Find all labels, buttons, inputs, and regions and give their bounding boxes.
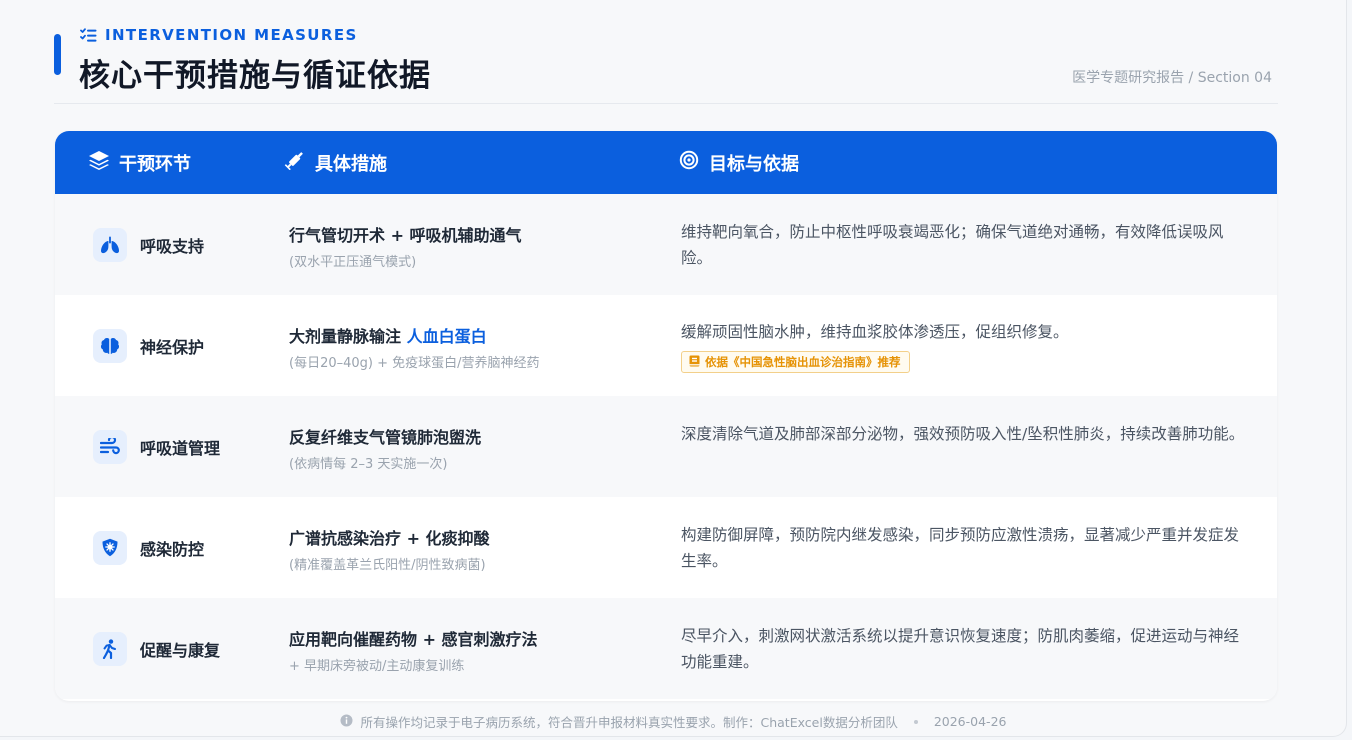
- layers-icon: [88, 150, 110, 175]
- column-header-stage: 干预环节: [88, 131, 191, 194]
- table-row: 呼吸支持 行气管切开术 + 呼吸机辅助通气 (双水平正压通气模式) 维持靶向氧合…: [55, 194, 1277, 295]
- table-row: 呼吸道管理 反复纤维支气管镜肺泡盥洗 (依病情每 2–3 天实施一次) 深度清除…: [55, 396, 1277, 497]
- list-check-icon: [80, 27, 97, 43]
- stage-label: 促醒与康复: [140, 640, 221, 660]
- column-header-label: 目标与依据: [709, 153, 799, 175]
- interventions-table: 干预环节 具体措施 目标与依据 呼吸支持 行气管切开术 + 呼吸机辅助通气 (双…: [55, 131, 1277, 701]
- column-header-label: 具体措施: [315, 153, 387, 175]
- measure-highlight: 人血白蛋白: [406, 327, 487, 346]
- stage-label: 感染防控: [140, 539, 205, 559]
- measure-main: 反复纤维支气管镜肺泡盥洗: [289, 428, 482, 447]
- column-header-label: 干预环节: [119, 153, 191, 175]
- goal-text: 缓解顽固性脑水肿，维持血浆胶体渗透压，促组织修复。: [681, 323, 1069, 341]
- footer-date: 2026-04-26: [933, 714, 1007, 729]
- header-divider: [54, 103, 1278, 104]
- info-icon: [340, 714, 353, 730]
- stage-cell: 神经保护: [93, 295, 204, 396]
- stage-label: 神经保护: [140, 337, 205, 357]
- column-header-measure: 具体措施: [284, 131, 387, 194]
- measure-cell: 行气管切开术 + 呼吸机辅助通气 (双水平正压通气模式): [289, 194, 669, 295]
- wind-icon: [93, 429, 127, 464]
- stage-cell: 呼吸支持: [93, 194, 204, 295]
- eyebrow: INTERVENTION MEASURES: [80, 25, 358, 45]
- virus-shield-icon: [93, 530, 127, 565]
- goal-text: 构建防御屏障，预防院内继发感染，同步预防应激性溃疡，显著减少严重并发症发生率。: [681, 526, 1240, 570]
- goal-text: 深度清除气道及肺部深部分泌物，强效预防吸入性/坠积性肺炎，持续改善肺功能。: [681, 425, 1245, 443]
- goal-cell: 构建防御屏障，预防院内继发感染，同步预防应激性溃疡，显著减少严重并发症发生率。: [681, 497, 1251, 598]
- measure-sub: (依病情每 2–3 天实施一次): [289, 457, 448, 472]
- badge-label: 依据《中国急性脑出血诊治指南》推荐: [705, 355, 901, 369]
- target-icon: [678, 150, 700, 175]
- stage-label: 呼吸道管理: [140, 438, 221, 458]
- stage-cell: 感染防控: [93, 497, 204, 598]
- measure-cell: 应用靶向催醒药物 + 感官刺激疗法 + 早期床旁被动/主动康复训练: [289, 598, 669, 699]
- measure-cell: 反复纤维支气管镜肺泡盥洗 (依病情每 2–3 天实施一次): [289, 396, 669, 497]
- brain-icon: [93, 328, 127, 363]
- breadcrumb: 医学专题研究报告 / Section 04: [1072, 70, 1272, 86]
- measure-main: 大剂量静脉输注 人血白蛋白: [289, 323, 487, 347]
- table-row: 神经保护 大剂量静脉输注 人血白蛋白 (每日20–40g) + 免疫球蛋白/营养…: [55, 295, 1277, 396]
- measure-sub: (双水平正压通气模式): [289, 255, 417, 270]
- table-row: 感染防控 广谱抗感染治疗 + 化痰抑酸 (精准覆盖革兰氏阳性/阴性致病菌) 构建…: [55, 497, 1277, 598]
- stage-label: 呼吸支持: [140, 236, 205, 256]
- measure-prefix: 大剂量静脉输注: [289, 327, 407, 346]
- measure-main: 广谱抗感染治疗 + 化痰抑酸: [289, 529, 490, 548]
- syringe-icon: [284, 150, 306, 175]
- goal-text: 维持靶向氧合，防止中枢性呼吸衰竭恶化；确保气道绝对通畅，有效降低误吸风险。: [681, 223, 1224, 267]
- measure-main: 行气管切开术 + 呼吸机辅助通气: [289, 226, 522, 245]
- measure-sub: + 早期床旁被动/主动康复训练: [289, 659, 465, 674]
- goal-cell: 缓解顽固性脑水肿，维持血浆胶体渗透压，促组织修复。 依据《中国急性脑出血诊治指南…: [681, 295, 1251, 396]
- measure-sub: (精准覆盖革兰氏阳性/阴性致病菌): [289, 558, 486, 573]
- measure-main: 应用靶向催醒药物 + 感官刺激疗法: [289, 630, 538, 649]
- stage-cell: 促醒与康复: [93, 598, 220, 699]
- stage-cell: 呼吸道管理: [93, 396, 220, 497]
- goal-cell: 维持靶向氧合，防止中枢性呼吸衰竭恶化；确保气道绝对通畅，有效降低误吸风险。: [681, 194, 1251, 295]
- goal-text: 尽早介入，刺激网状激活系统以提升意识恢复速度；防肌肉萎缩，促进运动与神经功能重建…: [681, 627, 1240, 671]
- column-header-goal: 目标与依据: [678, 131, 799, 194]
- measure-sub: (每日20–40g) + 免疫球蛋白/营养脑神经药: [289, 356, 540, 371]
- table-header: 干预环节 具体措施 目标与依据: [55, 131, 1277, 194]
- goal-cell: 尽早介入，刺激网状激活系统以提升意识恢复速度；防肌肉萎缩，促进运动与神经功能重建…: [681, 598, 1251, 699]
- measure-cell: 大剂量静脉输注 人血白蛋白 (每日20–40g) + 免疫球蛋白/营养脑神经药: [289, 295, 669, 396]
- walking-icon: [93, 631, 127, 666]
- measure-cell: 广谱抗感染治疗 + 化痰抑酸 (精准覆盖革兰氏阳性/阴性致病菌): [289, 497, 669, 598]
- book-icon: [689, 355, 700, 370]
- footer-note: 所有操作均记录于电子病历系统，符合晋升申报材料真实性要求。制作：ChatExce…: [360, 715, 898, 730]
- eyebrow-label: INTERVENTION MEASURES: [105, 26, 358, 44]
- lungs-icon: [93, 227, 127, 262]
- title-accent-bar: [54, 34, 61, 75]
- table-row: 促醒与康复 应用靶向催醒药物 + 感官刺激疗法 + 早期床旁被动/主动康复训练 …: [55, 598, 1277, 699]
- footer: 所有操作均记录于电子病历系统，符合晋升申报材料真实性要求。制作：ChatExce…: [0, 712, 1346, 731]
- page-title: 核心干预措施与循证依据: [79, 58, 431, 94]
- guideline-badge: 依据《中国急性脑出血诊治指南》推荐: [681, 351, 910, 373]
- goal-cell: 深度清除气道及肺部深部分泌物，强效预防吸入性/坠积性肺炎，持续改善肺功能。: [681, 396, 1251, 497]
- slide: INTERVENTION MEASURES 核心干预措施与循证依据 医学专题研究…: [0, 0, 1347, 737]
- footer-separator: [913, 719, 918, 724]
